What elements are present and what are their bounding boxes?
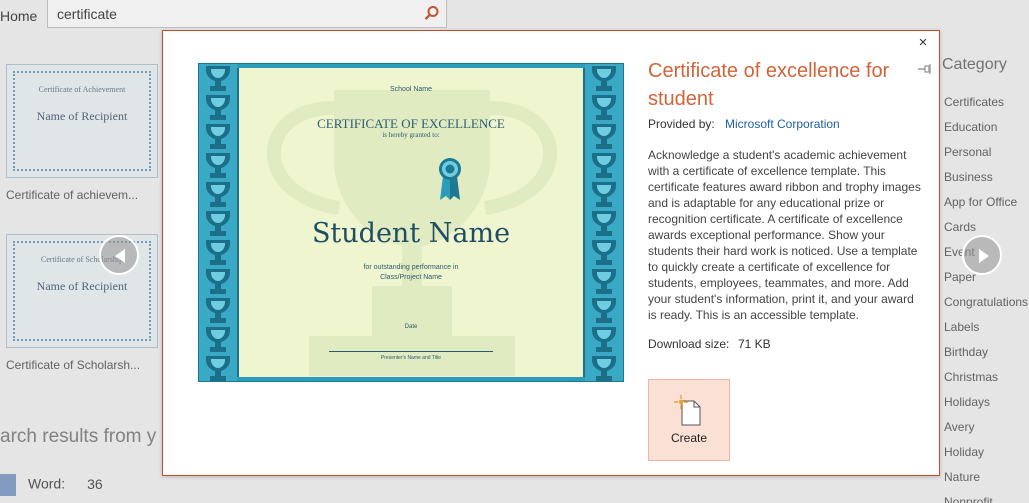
certificate-paper: School Name CERTIFICATE OF EXCELLENCE is… [237,68,585,377]
signature-line [329,351,493,352]
chevron-right-icon [979,249,989,263]
create-button[interactable]: Create [648,379,730,461]
school-name: School Name [389,86,433,93]
certificate-title: CERTIFICATE OF EXCELLENCE [317,116,505,131]
date-label: Date [404,324,418,330]
close-icon[interactable]: × [915,35,931,51]
new-document-icon [674,395,701,426]
next-template-button[interactable] [962,235,1002,275]
create-button-label: Create [670,431,708,445]
download-size-label: Download size: [648,337,730,351]
granted-text: is hereby granted to: [382,131,440,139]
template-preview-image: School Name CERTIFICATE OF EXCELLENCE is… [198,63,624,382]
student-name: Student Name [311,218,511,249]
template-description: Acknowledge a student's academic achieve… [648,148,921,322]
trophy-border-left [199,64,237,381]
provided-by-label: Provided by: [648,117,715,131]
trophy-border-right [585,64,623,381]
ribbon-icon [439,158,461,200]
chevron-left-icon [115,249,125,263]
trophy-icon [206,66,230,381]
presenter-label: Presenter's Name and Title [380,355,442,361]
download-size-value: 71 KB [738,337,771,351]
previous-template-button[interactable] [99,235,139,275]
template-preview-dialog: × School Name CERTIFICATE OF EXCELLENCE … [162,30,940,476]
performance-text: for outstanding performance in [363,264,459,271]
template-title: Certificate of excellence for student [648,60,890,110]
trophy-icon [592,66,616,381]
provider-link[interactable]: Microsoft Corporation [725,117,840,131]
pin-icon[interactable] [917,63,931,75]
project-name: Class/Project Name [380,274,442,281]
